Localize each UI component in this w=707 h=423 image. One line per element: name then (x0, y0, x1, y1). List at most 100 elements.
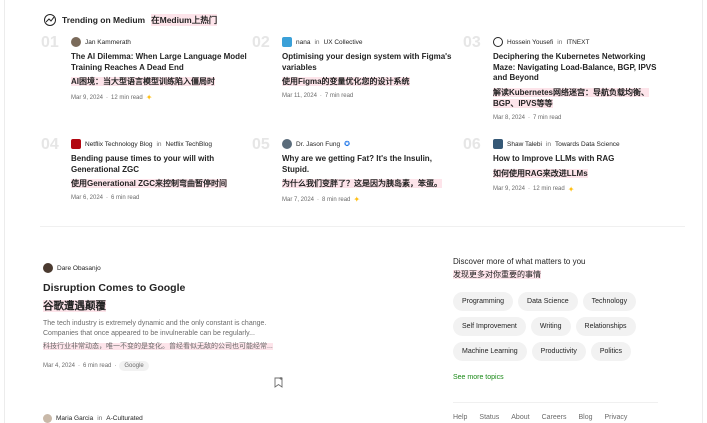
author-name[interactable]: Netflix Technology Blog (85, 141, 152, 148)
topic-pill[interactable]: Writing (530, 317, 571, 336)
author-row[interactable]: Shaw Talebi in Towards Data Science (493, 138, 683, 150)
article-title-zh: 使用Figma的变量优化您的设计系统 (282, 77, 410, 86)
article-date: Mar 9, 2024 (71, 94, 104, 101)
read-time: 6 min read (83, 363, 112, 369)
footer-divider (453, 402, 658, 403)
in-label: in (314, 38, 320, 46)
avatar (71, 37, 81, 47)
publication-name[interactable]: ITNEXT (566, 39, 589, 46)
next-article-author-row[interactable]: Maria Garcia in A-Culturated (43, 414, 143, 423)
topic-pill[interactable]: Relationships (575, 317, 636, 336)
article-title-zh: 解读Kubernetes网络迷宫：导航负载均衡、BGP、IPVS等等 (493, 87, 650, 108)
trending-icon (44, 14, 56, 26)
topic-pill[interactable]: Technology (582, 292, 637, 311)
publication-name[interactable]: Netflix TechBlog (166, 141, 213, 148)
author-row[interactable]: Dare Obasanjo (43, 262, 283, 274)
author-row[interactable]: Hossein Yousefi in ITNEXT (493, 36, 683, 48)
article-title-zh: 谷歌遭遇颠覆 (43, 300, 106, 312)
trending-card[interactable]: 06 Shaw Talebi in Towards Data Science H… (463, 136, 683, 194)
see-more-topics-link[interactable]: See more topics (453, 374, 663, 381)
footer-status-link[interactable]: Status (479, 414, 499, 421)
discover-title: Discover more of what matters to you (453, 257, 586, 266)
footer-careers-link[interactable]: Careers (542, 414, 567, 421)
article-title-zh: 如何使用RAG来改进LLMs (493, 168, 588, 178)
trending-card[interactable]: 02 nana in UX Collective Optimising your… (252, 34, 472, 99)
publication-name[interactable]: A-Culturated (106, 415, 143, 422)
article-meta: Mar 11, 2024 · 7 min read (282, 93, 354, 99)
trending-number: 01 (41, 34, 59, 51)
star-icon: ✦ (567, 184, 575, 194)
trending-number: 03 (463, 34, 481, 51)
author-name[interactable]: Dr. Jason Fung (296, 141, 340, 148)
trending-card[interactable]: 03 Hossein Yousefi in ITNEXT Deciphering… (463, 34, 683, 121)
read-time: 7 min read (324, 93, 354, 99)
footer-privacy-link[interactable]: Privacy (604, 414, 627, 421)
article-title-zh: 为什么我们变胖了？这是因为胰岛素，笨蛋。 (282, 179, 442, 188)
article-title[interactable]: The AI Dilemma: When Large Language Mode… (71, 52, 261, 73)
article-excerpt-zh: 科技行业非常动态，唯一不变的是变化。曾经看似无敌的公司也可能经常... (43, 343, 273, 350)
article-excerpt: The tech industry is extremely dynamic a… (43, 320, 267, 337)
article-date: Mar 8, 2024 (493, 114, 526, 121)
topic-pill[interactable]: Machine Learning (453, 342, 527, 361)
topic-pill[interactable]: Politics (590, 342, 632, 361)
topic-list: Programming Data Science Technology Self… (453, 292, 648, 361)
author-name[interactable]: Shaw Talebi (507, 141, 542, 148)
trending-number: 05 (252, 136, 270, 153)
author-name[interactable]: Hossein Yousefi (507, 39, 553, 46)
topic-pill[interactable]: Productivity (531, 342, 586, 361)
article-title[interactable]: Disruption Comes to Google (43, 282, 283, 294)
article-title[interactable]: How to Improve LLMs with RAG (493, 154, 683, 165)
trending-number: 02 (252, 34, 270, 51)
feed-article[interactable]: Dare Obasanjo Disruption Comes to Google… (43, 262, 283, 371)
read-time: 7 min read (533, 114, 562, 121)
discover-title-zh: 发现更多对你重要的事情 (453, 270, 541, 279)
footer-blog-link[interactable]: Blog (578, 414, 592, 421)
author-name[interactable]: nana (296, 39, 310, 46)
trending-number: 06 (463, 136, 481, 153)
in-label: in (97, 415, 103, 422)
article-title[interactable]: Bending pause times to your will with Ge… (71, 154, 221, 175)
topic-pill[interactable]: Programming (453, 292, 514, 311)
trending-header: Trending on Medium 在Medium上热门 (44, 14, 218, 26)
trending-title: Trending on Medium (62, 15, 146, 25)
author-row[interactable]: Jan Kammerath (71, 36, 261, 48)
article-title[interactable]: Why are we getting Fat? It's the Insulin… (282, 154, 442, 175)
article-date: Mar 4, 2024 (43, 363, 76, 369)
article-meta: Mar 9, 2024 · 12 min read ✦ (71, 93, 153, 102)
footer-help-link[interactable]: Help (453, 414, 467, 421)
article-title-zh: AI困境：当大型语言模型训练陷入僵局时 (71, 77, 215, 86)
publication-name[interactable]: Towards Data Science (555, 141, 620, 148)
trending-title-zh: 在Medium上热门 (151, 14, 218, 26)
article-title[interactable]: Deciphering the Kubernetes Networking Ma… (493, 52, 658, 84)
footer-about-link[interactable]: About (511, 414, 529, 421)
avatar (43, 414, 52, 423)
avatar (493, 37, 503, 47)
read-time: 12 min read (533, 186, 565, 192)
author-name[interactable]: Dare Obasanjo (57, 265, 101, 272)
avatar (493, 139, 503, 149)
avatar (282, 139, 292, 149)
trending-number: 04 (41, 136, 59, 153)
article-meta: Mar 4, 2024 · 6 min read · Google (43, 361, 283, 371)
topic-pill[interactable]: Data Science (518, 292, 578, 311)
read-time: 12 min read (111, 94, 143, 101)
trending-card[interactable]: 01 Jan Kammerath The AI Dilemma: When La… (41, 34, 261, 102)
author-name[interactable]: Maria Garcia (56, 415, 93, 422)
tag-pill[interactable]: Google (119, 361, 149, 371)
star-icon: ✦ (353, 195, 361, 204)
article-title[interactable]: Optimising your design system with Figma… (282, 52, 472, 73)
trending-card[interactable]: 05 Dr. Jason Fung ✪ Why are we getting F… (252, 136, 472, 204)
in-label: in (545, 140, 551, 148)
author-name[interactable]: Jan Kammerath (85, 39, 131, 46)
publication-name[interactable]: UX Collective (324, 39, 363, 46)
author-row[interactable]: Dr. Jason Fung ✪ (282, 138, 472, 150)
author-row[interactable]: nana in UX Collective (282, 36, 472, 48)
article-date: Mar 9, 2024 (493, 186, 526, 192)
trending-card[interactable]: 04 Netflix Technology Blog in Netflix Te… (41, 136, 261, 201)
article-title-zh: 使用Generational ZGC来控制弯曲暂停时间 (71, 179, 228, 188)
in-label: in (156, 140, 162, 148)
author-row[interactable]: Netflix Technology Blog in Netflix TechB… (71, 138, 261, 150)
bookmark-icon[interactable] (274, 377, 283, 388)
footer-links: Help Status About Careers Blog Privacy (453, 414, 627, 421)
topic-pill[interactable]: Self Improvement (453, 317, 526, 336)
